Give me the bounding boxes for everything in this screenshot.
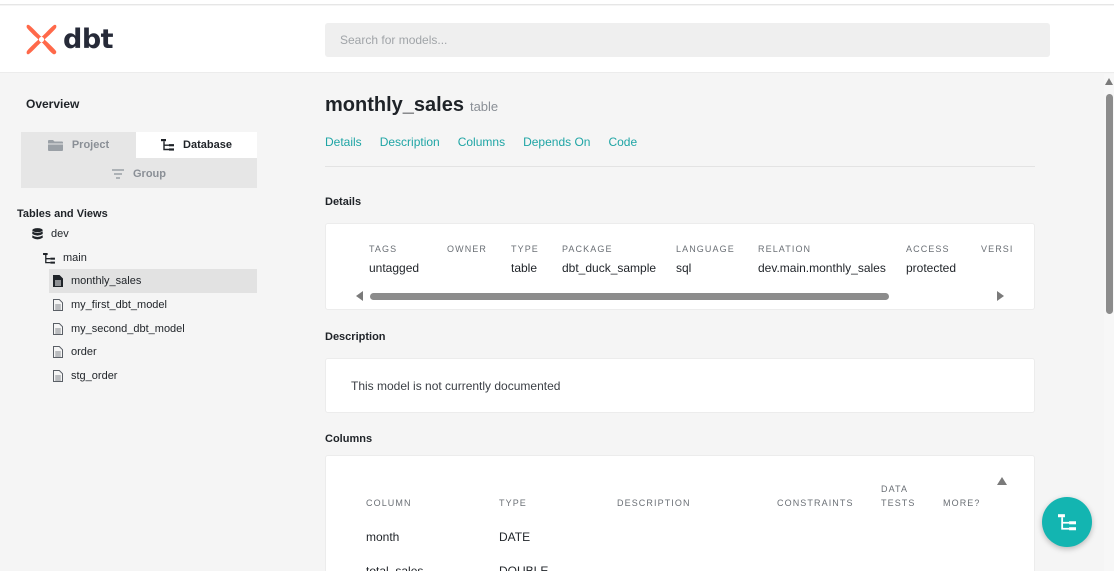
tab-depends-on[interactable]: Depends On <box>523 135 590 149</box>
document-icon <box>53 346 63 358</box>
document-icon <box>53 323 63 335</box>
column-type-cell: DATE <box>499 530 531 544</box>
detail-value: protected <box>906 261 957 275</box>
tab-project-label: Project <box>71 139 110 151</box>
details-section-title: Details <box>325 196 362 208</box>
tree-model-monthly-sales[interactable]: monthly_sales <box>49 269 257 293</box>
model-type-label: table <box>469 99 499 114</box>
section-tabs: Details Description Columns Depends On C… <box>325 135 655 149</box>
top-strip <box>0 0 1114 5</box>
tree-model-label: my_first_dbt_model <box>71 299 167 311</box>
detail-label: OWNER <box>447 244 487 254</box>
detail-language: LANGUAGE sql <box>676 244 735 275</box>
overview-link[interactable]: Overview <box>26 97 79 111</box>
tab-database[interactable]: Database <box>136 132 257 158</box>
column-name-cell[interactable]: month <box>366 530 399 544</box>
tables-and-views-label: Tables and Views <box>17 208 108 220</box>
scroll-up-icon[interactable] <box>997 477 1007 485</box>
tab-details[interactable]: Details <box>325 135 362 149</box>
hierarchy-icon <box>161 139 175 151</box>
tab-code[interactable]: Code <box>608 135 637 149</box>
column-name-cell[interactable]: total_sales <box>366 564 423 571</box>
horizontal-scrollbar[interactable] <box>356 291 1010 301</box>
description-section-title: Description <box>325 331 386 343</box>
tab-description[interactable]: Description <box>380 135 440 149</box>
detail-relation: RELATION dev.main.monthly_sales <box>758 244 886 275</box>
tree-model-my-second-dbt-model[interactable]: my_second_dbt_model <box>49 317 257 341</box>
divider <box>325 166 1035 167</box>
detail-label: RELATION <box>758 244 812 254</box>
tab-group[interactable]: Group <box>21 160 257 188</box>
detail-owner: OWNER <box>447 244 487 261</box>
tree-database-label: dev <box>51 228 69 240</box>
columns-card: COLUMN TYPE DESCRIPTION CONSTRAINTS DATA… <box>325 455 1035 571</box>
details-card: TAGS untagged OWNER TYPE table PACKAGE d… <box>325 223 1035 310</box>
detail-value: dbt_duck_sample <box>562 261 657 275</box>
view-switcher: Project Database Group <box>21 132 257 188</box>
detail-package: PACKAGE dbt_duck_sample <box>562 244 656 275</box>
detail-value: untagged <box>369 261 420 275</box>
tab-group-label: Group <box>133 168 166 180</box>
search-input[interactable] <box>325 23 1050 57</box>
detail-label: TYPE <box>511 244 539 254</box>
tree-schema-main[interactable]: main <box>43 246 87 270</box>
page-title: monthly_sales <box>325 94 464 116</box>
description-card: This model is not currently documented <box>325 358 1035 413</box>
tab-database-label: Database <box>183 139 232 151</box>
scroll-right-icon[interactable] <box>996 291 1004 301</box>
column-header: MORE? <box>943 498 981 508</box>
document-filled-icon <box>53 275 63 287</box>
tree-database-dev[interactable]: dev <box>32 222 69 246</box>
detail-label: PACKAGE <box>562 244 613 254</box>
detail-value: dev.main.monthly_sales <box>758 261 886 275</box>
tree-model-label: stg_order <box>71 370 118 382</box>
page-scrollbar[interactable] <box>1104 74 1114 571</box>
tree-model-my-first-dbt-model[interactable]: my_first_dbt_model <box>49 293 257 317</box>
tab-columns[interactable]: Columns <box>458 135 505 149</box>
detail-tags: TAGS untagged <box>369 244 419 275</box>
detail-version: VERSI <box>981 244 1014 261</box>
tree-model-label: my_second_dbt_model <box>71 323 185 335</box>
detail-label: VERSI <box>981 244 1014 254</box>
scroll-left-icon[interactable] <box>356 291 364 301</box>
model-heading: monthly_sales table <box>325 94 498 117</box>
logo-wordmark: dbt <box>63 24 114 55</box>
sidebar: Overview Project Database Group Tables a… <box>0 74 300 571</box>
scrollbar-thumb[interactable] <box>1106 94 1113 314</box>
scroll-up-icon[interactable] <box>1105 78 1113 85</box>
hierarchy-icon <box>1058 513 1076 530</box>
tree-model-label: order <box>71 346 97 358</box>
header: dbt <box>0 6 1114 73</box>
scrollbar-thumb[interactable] <box>370 293 889 300</box>
column-header: TYPE <box>499 498 527 508</box>
detail-label: TAGS <box>369 244 398 254</box>
column-header: DESCRIPTION <box>617 498 691 508</box>
tree-schema-label: main <box>63 252 87 264</box>
description-text: This model is not currently documented <box>351 379 561 393</box>
tab-project[interactable]: Project <box>21 132 136 158</box>
dbt-logo-icon <box>26 24 57 55</box>
column-header: COLUMN <box>366 498 412 508</box>
detail-label: ACCESS <box>906 244 950 254</box>
detail-type: TYPE table <box>511 244 539 275</box>
column-header: CONSTRAINTS <box>777 498 854 508</box>
filter-lines-icon <box>112 169 124 179</box>
document-icon <box>53 299 63 311</box>
tree-model-stg-order[interactable]: stg_order <box>49 364 257 388</box>
detail-access: ACCESS protected <box>906 244 956 275</box>
detail-value: sql <box>676 261 692 275</box>
tree-model-label: monthly_sales <box>71 275 142 287</box>
tree-model-order[interactable]: order <box>49 340 257 364</box>
detail-label: LANGUAGE <box>676 244 735 254</box>
folder-icon <box>47 139 63 151</box>
document-icon <box>53 370 63 382</box>
lineage-graph-button[interactable] <box>1042 497 1092 547</box>
dbt-logo[interactable]: dbt <box>25 23 114 56</box>
detail-value: table <box>511 261 538 275</box>
hierarchy-icon <box>43 252 55 264</box>
columns-section-title: Columns <box>325 433 373 445</box>
database-icon <box>32 228 43 240</box>
column-type-cell: DOUBLE <box>499 564 549 571</box>
column-header: DATA TESTS <box>881 484 916 508</box>
